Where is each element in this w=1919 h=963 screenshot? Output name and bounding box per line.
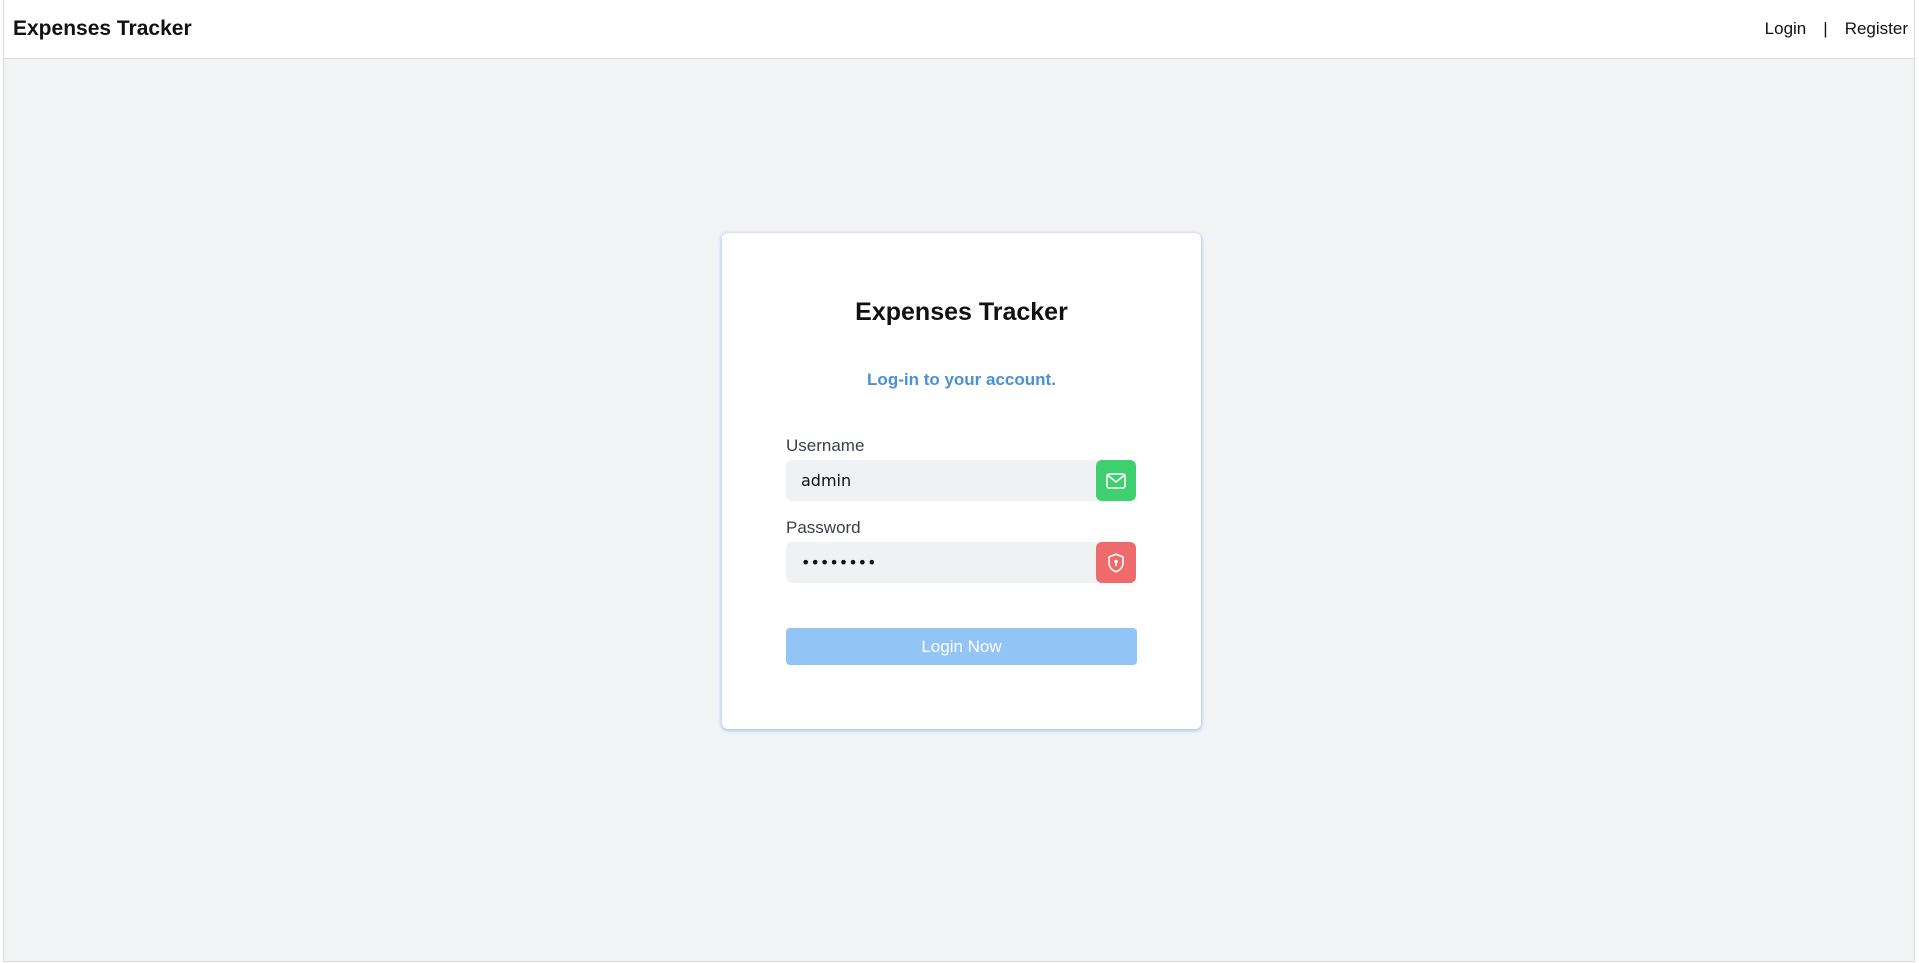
shield-lock-icon[interactable] [1096,542,1136,583]
card-title: Expenses Tracker [855,298,1068,326]
card-subtitle: Log-in to your account. [867,370,1056,389]
top-navbar: Expenses Tracker Login | Register [4,0,1914,59]
username-field [786,460,1136,501]
password-field [786,542,1136,583]
nav-separator: | [1823,19,1828,38]
brand-logo-text[interactable]: Expenses Tracker [13,17,192,41]
nav-register-link[interactable]: Register [1845,19,1908,39]
password-input[interactable] [786,542,1094,583]
password-label: Password [786,518,861,537]
username-label: Username [786,436,865,455]
login-card: Expenses Tracker Log-in to your account.… [722,233,1201,729]
page-frame: Expenses Tracker Login | Register Expens… [3,0,1915,962]
nav-links: Login | Register [1765,19,1908,39]
username-input[interactable] [786,460,1094,501]
mail-icon[interactable] [1096,460,1136,501]
nav-login-link[interactable]: Login [1765,19,1807,39]
login-now-button[interactable]: Login Now [786,628,1137,665]
